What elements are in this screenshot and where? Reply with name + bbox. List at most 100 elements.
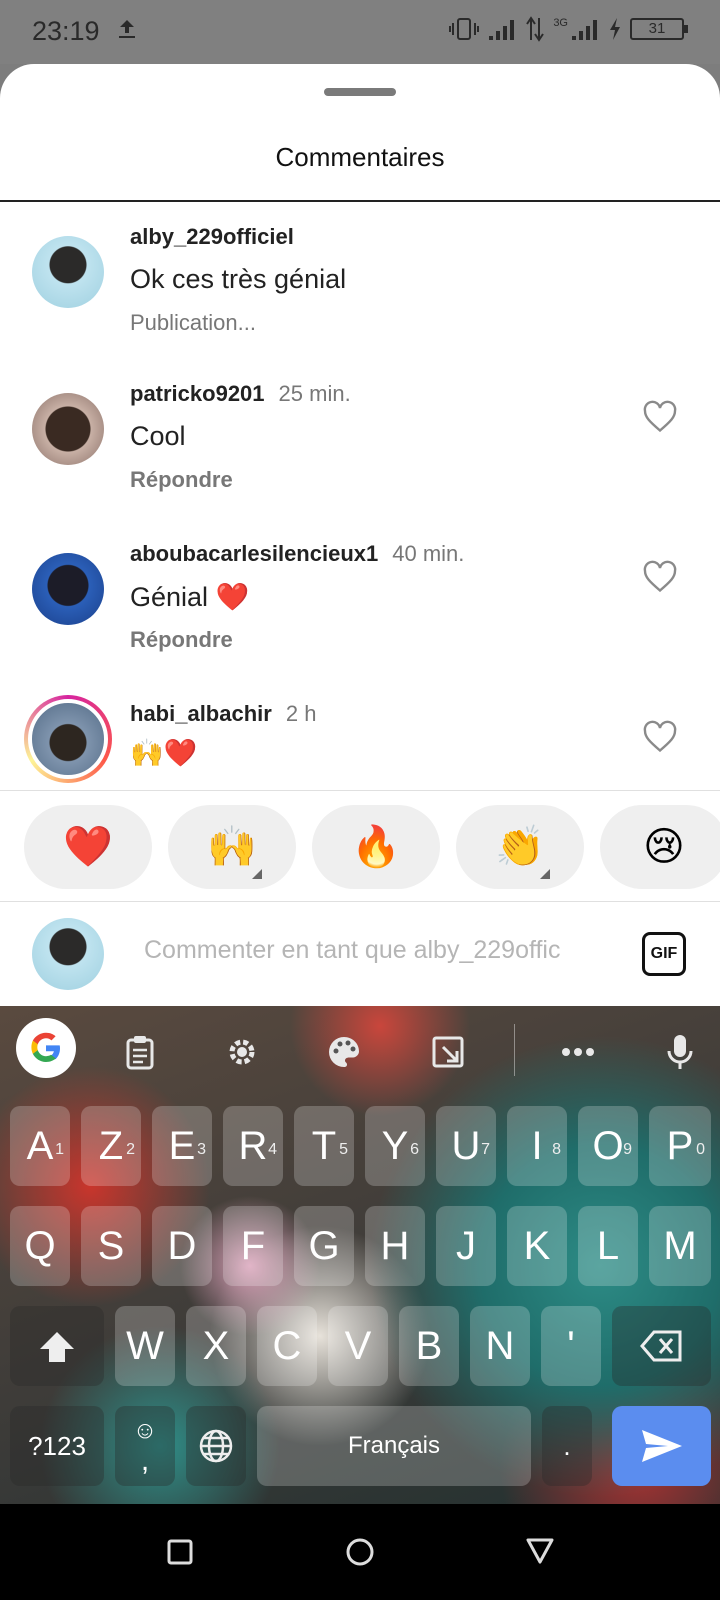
key-q[interactable]: Q bbox=[10, 1206, 70, 1286]
drag-handle[interactable] bbox=[324, 88, 396, 96]
username[interactable]: habi_albachir bbox=[130, 701, 272, 726]
key-label: O bbox=[592, 1124, 624, 1168]
key-e[interactable]: E3 bbox=[152, 1106, 212, 1186]
key-i[interactable]: I8 bbox=[507, 1106, 567, 1186]
navigation-bar bbox=[0, 1504, 720, 1600]
key-r[interactable]: R4 bbox=[223, 1106, 283, 1186]
key-f[interactable]: F bbox=[223, 1206, 283, 1286]
back-icon[interactable] bbox=[520, 1532, 560, 1572]
key-g[interactable]: G bbox=[294, 1206, 354, 1286]
avatar[interactable] bbox=[32, 236, 104, 308]
username[interactable]: alby_229officiel bbox=[130, 224, 294, 249]
upload-icon bbox=[119, 20, 135, 38]
keyboard-toolbar bbox=[0, 1006, 720, 1092]
network-type: 3G bbox=[553, 17, 568, 29]
key-number-hint: 9 bbox=[623, 1141, 632, 1158]
emoji-comma-key[interactable]: ☺ , bbox=[115, 1406, 175, 1486]
sheet-title: Commentaires bbox=[275, 142, 445, 172]
reaction-cry[interactable]: 😢 bbox=[600, 805, 720, 889]
emoji-icon: ☺ bbox=[132, 1417, 158, 1444]
key-l[interactable]: L bbox=[578, 1206, 638, 1286]
home-icon[interactable] bbox=[340, 1532, 380, 1572]
key-p[interactable]: P0 bbox=[649, 1106, 711, 1186]
space-bar[interactable]: Français bbox=[257, 1406, 531, 1486]
comment-username[interactable]: habi_albachir 2 h bbox=[130, 701, 316, 727]
reply-button[interactable]: Répondre bbox=[130, 627, 233, 653]
key-label: Z bbox=[98, 1124, 124, 1168]
key-w[interactable]: W bbox=[115, 1306, 175, 1386]
avatar[interactable] bbox=[32, 553, 104, 625]
vibrate-icon bbox=[449, 18, 480, 40]
like-heart-icon[interactable] bbox=[642, 719, 678, 755]
shift-key[interactable] bbox=[10, 1306, 104, 1386]
like-heart-icon[interactable] bbox=[642, 399, 678, 435]
key-label: A bbox=[26, 1124, 54, 1168]
google-search-icon[interactable] bbox=[16, 1018, 76, 1078]
key-k[interactable]: K bbox=[507, 1206, 567, 1286]
key-m[interactable]: M bbox=[649, 1206, 711, 1286]
comment-text: Génial ❤️ bbox=[130, 582, 250, 612]
quick-reaction-bar: ❤️ 🙌 🔥 👏 😢 bbox=[0, 790, 720, 902]
comment-input[interactable] bbox=[144, 936, 614, 965]
key-h[interactable]: H bbox=[365, 1206, 425, 1286]
posting-status: Publication... bbox=[130, 310, 256, 335]
more-options-icon[interactable] bbox=[548, 1022, 608, 1082]
key-label: U bbox=[451, 1124, 481, 1168]
username[interactable]: aboubacarlesilencieux1 bbox=[130, 541, 378, 566]
avatar[interactable] bbox=[32, 393, 104, 465]
reaction-clap[interactable]: 👏 bbox=[456, 805, 584, 889]
gif-button[interactable]: GIF bbox=[642, 932, 686, 976]
reaction-heart[interactable]: ❤️ bbox=[24, 805, 152, 889]
comment-text: Cool bbox=[130, 421, 186, 451]
comment-time: 25 min. bbox=[278, 381, 351, 406]
key-j[interactable]: J bbox=[436, 1206, 496, 1286]
key-label: I bbox=[531, 1124, 543, 1168]
reaction-fire[interactable]: 🔥 bbox=[312, 805, 440, 889]
comment-username[interactable]: patricko9201 25 min. bbox=[130, 381, 351, 407]
comment-composer: GIF bbox=[0, 904, 720, 1006]
backspace-key[interactable] bbox=[612, 1306, 711, 1386]
key-x[interactable]: X bbox=[186, 1306, 246, 1386]
key-o[interactable]: O9 bbox=[578, 1106, 638, 1186]
comment-username[interactable]: aboubacarlesilencieux1 40 min. bbox=[130, 541, 464, 567]
shift-arrow-icon bbox=[40, 1332, 74, 1362]
toolbar-divider bbox=[514, 1024, 515, 1076]
reaction-emoji: 🙌 bbox=[207, 825, 257, 869]
key-u[interactable]: U7 bbox=[436, 1106, 496, 1186]
like-heart-icon[interactable] bbox=[642, 559, 678, 595]
recent-apps-icon[interactable] bbox=[160, 1532, 200, 1572]
resize-keyboard-icon[interactable] bbox=[418, 1022, 478, 1082]
backspace-icon bbox=[639, 1330, 681, 1362]
key-label: P bbox=[666, 1124, 694, 1168]
key-n[interactable]: N bbox=[470, 1306, 530, 1386]
clipboard-icon[interactable] bbox=[110, 1022, 170, 1082]
theme-palette-icon[interactable] bbox=[314, 1022, 374, 1082]
key-v[interactable]: V bbox=[328, 1306, 388, 1386]
username[interactable]: patricko9201 bbox=[130, 381, 265, 406]
reaction-raised-hands[interactable]: 🙌 bbox=[168, 805, 296, 889]
reply-button[interactable]: Répondre bbox=[130, 467, 233, 493]
key-a[interactable]: A1 bbox=[10, 1106, 70, 1186]
key-t[interactable]: T5 bbox=[294, 1106, 354, 1186]
key-z[interactable]: Z2 bbox=[81, 1106, 141, 1186]
avatar-story-ring[interactable] bbox=[24, 695, 112, 783]
settings-gear-icon[interactable] bbox=[212, 1022, 272, 1082]
key-d[interactable]: D bbox=[152, 1206, 212, 1286]
key-apostrophe[interactable]: ' bbox=[541, 1306, 601, 1386]
microphone-icon[interactable] bbox=[650, 1022, 710, 1082]
comments-list[interactable]: alby_229officiel Ok ces très génial Publ… bbox=[0, 202, 720, 854]
signal-icon bbox=[489, 20, 515, 40]
comment-username[interactable]: alby_229officiel bbox=[130, 224, 294, 250]
send-key[interactable] bbox=[612, 1406, 711, 1486]
key-number-hint: 5 bbox=[339, 1141, 348, 1158]
comma-label: , bbox=[140, 1444, 150, 1477]
comment-text: Ok ces très génial bbox=[130, 264, 347, 294]
key-s[interactable]: S bbox=[81, 1206, 141, 1286]
symbols-key[interactable]: ?123 bbox=[10, 1406, 104, 1486]
key-b[interactable]: B bbox=[399, 1306, 459, 1386]
key-c[interactable]: C bbox=[257, 1306, 317, 1386]
key-y[interactable]: Y6 bbox=[365, 1106, 425, 1186]
language-key[interactable] bbox=[186, 1406, 246, 1486]
period-key[interactable]: . bbox=[542, 1406, 592, 1486]
key-number-hint: 4 bbox=[268, 1141, 277, 1158]
